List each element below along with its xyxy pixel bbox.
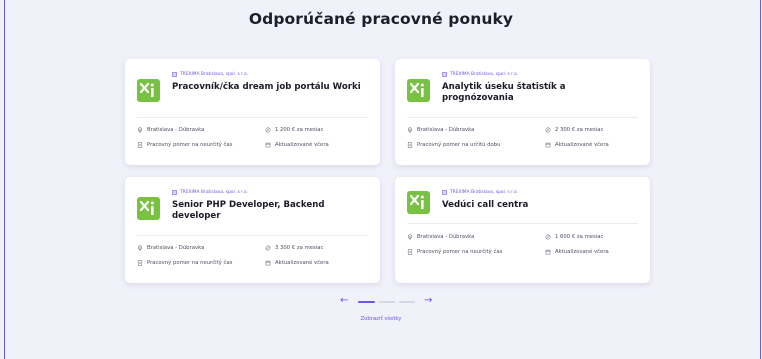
company-name[interactable]: TREXIMA Bratislava, spol. s r.o. xyxy=(172,72,248,77)
building-icon xyxy=(442,190,447,195)
pagination-dot[interactable] xyxy=(399,301,415,303)
salary-text: 1 600 € za mesiac xyxy=(555,234,604,240)
document-icon xyxy=(137,260,143,266)
divider xyxy=(407,223,638,224)
company-name[interactable]: TREXIMA Bratislava, spol. s r.o. xyxy=(172,190,248,195)
pagination: ← → xyxy=(0,296,762,306)
updated-text: Aktualizované včera xyxy=(275,142,329,148)
updated-meta: Aktualizované včera xyxy=(265,260,329,266)
updated-meta: Aktualizované včera xyxy=(265,142,329,148)
job-card[interactable]: TREXIMA Bratislava, spol. s r.o. Vedúci … xyxy=(395,177,650,283)
salary-text: 2 300 € za mesiac xyxy=(555,127,604,133)
job-card[interactable]: TREXIMA Bratislava, spol. s r.o. Pracovn… xyxy=(125,59,380,165)
show-all-link[interactable]: Zobraziť všetky xyxy=(0,316,762,322)
contract-text: Pracovný pomer na neurčitý čas xyxy=(417,249,503,255)
company-label: TREXIMA Bratislava, spol. s r.o. xyxy=(450,190,518,195)
document-icon xyxy=(407,142,413,148)
company-logo xyxy=(407,191,430,214)
salary-text: 1 200 € za mesiac xyxy=(275,127,324,133)
location-meta: Bratislava - Dúbravka xyxy=(407,234,474,240)
location-pin-icon xyxy=(138,127,142,133)
location-meta: Bratislava - Dúbravka xyxy=(407,127,474,133)
company-label: TREXIMA Bratislava, spol. s r.o. xyxy=(180,190,248,195)
calendar-icon xyxy=(265,260,271,266)
updated-text: Aktualizované včera xyxy=(555,249,609,255)
job-title[interactable]: Pracovník/čka dream job portálu Worki xyxy=(172,82,362,93)
salary-meta: 3 300 € za mesiac xyxy=(265,245,323,251)
document-icon xyxy=(407,249,413,255)
contract-text: Pracovný pomer na neurčitý čas xyxy=(147,260,233,266)
contract-meta: Pracovný pomer na určitú dobu xyxy=(407,142,500,148)
arrow-right-icon[interactable]: → xyxy=(424,296,432,306)
salary-meta: 1 200 € za mesiac xyxy=(265,127,323,133)
job-title[interactable]: Senior PHP Developer, Backend developer xyxy=(172,200,362,222)
company-label: TREXIMA Bratislava, spol. s r.o. xyxy=(180,72,248,77)
job-title[interactable]: Analytik úseku štatistík a prognózovania xyxy=(442,82,632,104)
company-logo xyxy=(137,197,160,220)
document-icon xyxy=(137,142,143,148)
calendar-icon xyxy=(265,142,271,148)
company-label: TREXIMA Bratislava, spol. s r.o. xyxy=(450,72,518,77)
location-text: Bratislava - Dúbravka xyxy=(417,234,475,240)
location-meta: Bratislava - Dúbravka xyxy=(137,127,204,133)
location-pin-icon xyxy=(138,245,142,251)
location-text: Bratislava - Dúbravka xyxy=(147,245,205,251)
salary-icon xyxy=(545,234,551,240)
calendar-icon xyxy=(545,142,551,148)
location-text: Bratislava - Dúbravka xyxy=(147,127,205,133)
contract-meta: Pracovný pomer na neurčitý čas xyxy=(137,142,232,148)
salary-text: 3 300 € za mesiac xyxy=(275,245,324,251)
pagination-dot-active[interactable] xyxy=(358,301,375,303)
job-card[interactable]: TREXIMA Bratislava, spol. s r.o. Senior … xyxy=(125,177,380,283)
divider xyxy=(407,117,638,118)
building-icon xyxy=(172,72,177,77)
location-text: Bratislava - Dúbravka xyxy=(417,127,475,133)
salary-meta: 2 300 € za mesiac xyxy=(545,127,603,133)
salary-meta: 1 600 € za mesiac xyxy=(545,234,603,240)
updated-text: Aktualizované včera xyxy=(275,260,329,266)
updated-text: Aktualizované včera xyxy=(555,142,609,148)
salary-icon xyxy=(265,127,271,133)
section-title: Odporúčané pracovné ponuky xyxy=(248,10,514,28)
location-pin-icon xyxy=(408,234,412,240)
updated-meta: Aktualizované včera xyxy=(545,249,609,255)
company-name[interactable]: TREXIMA Bratislava, spol. s r.o. xyxy=(442,190,518,195)
company-logo xyxy=(137,79,160,102)
divider xyxy=(137,117,368,118)
contract-meta: Pracovný pomer na neurčitý čas xyxy=(407,249,502,255)
arrow-left-icon[interactable]: ← xyxy=(340,296,348,306)
salary-icon xyxy=(545,127,551,133)
location-pin-icon xyxy=(408,127,412,133)
updated-meta: Aktualizované včera xyxy=(545,142,609,148)
calendar-icon xyxy=(545,249,551,255)
job-title[interactable]: Vedúci call centra xyxy=(442,200,632,211)
contract-text: Pracovný pomer na neurčitý čas xyxy=(147,142,233,148)
building-icon xyxy=(442,72,447,77)
contract-text: Pracovný pomer na určitú dobu xyxy=(417,142,501,148)
pagination-dot[interactable] xyxy=(379,301,395,303)
job-card[interactable]: TREXIMA Bratislava, spol. s r.o. Analyti… xyxy=(395,59,650,165)
building-icon xyxy=(172,190,177,195)
contract-meta: Pracovný pomer na neurčitý čas xyxy=(137,260,232,266)
salary-icon xyxy=(265,245,271,251)
company-logo xyxy=(407,79,430,102)
location-meta: Bratislava - Dúbravka xyxy=(137,245,204,251)
company-name[interactable]: TREXIMA Bratislava, spol. s r.o. xyxy=(442,72,518,77)
divider xyxy=(137,235,368,236)
